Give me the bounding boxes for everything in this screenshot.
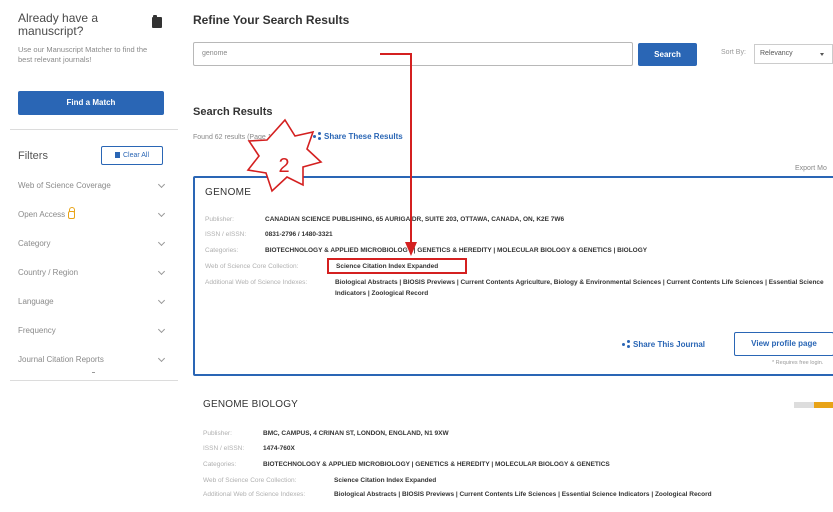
filter-label: Country / Region	[18, 268, 79, 277]
share-icon	[313, 132, 321, 140]
chevron-down-icon	[157, 238, 166, 247]
chevron-down-icon	[157, 267, 166, 276]
clear-all-button[interactable]: Clear All	[101, 146, 163, 165]
chevron-down-icon	[157, 296, 166, 305]
journal-title[interactable]: GENOME BIOLOGY	[203, 399, 298, 410]
share-journal-link[interactable]: Share This Journal	[622, 340, 705, 349]
badge-strip	[794, 402, 833, 408]
filter-frequency[interactable]: Frequency	[18, 324, 166, 353]
results-title: Search Results	[193, 106, 273, 118]
sort-select[interactable]: Relevancy	[754, 44, 833, 64]
filter-list: Web of Science Coverage Open Access Cate…	[18, 179, 166, 382]
open-access-icon	[68, 207, 76, 219]
results-count: Found 62 results (Page 1)	[193, 134, 274, 141]
filter-language[interactable]: Language	[18, 295, 166, 324]
promo-title: Already have a manuscript?	[18, 11, 99, 38]
result-card: GENOME Publisher: CANADIAN SCIENCE PUBLI…	[193, 176, 833, 376]
requires-login-note: * Requires free login.	[772, 360, 824, 366]
export-link[interactable]: Export Mo	[795, 165, 827, 172]
annotation-number: 2	[278, 155, 289, 177]
share-icon	[622, 340, 630, 348]
filter-open-access[interactable]: Open Access	[18, 207, 166, 237]
additional-value: Biological Abstracts | BIOSIS Previews |…	[334, 491, 712, 498]
chevron-down-icon	[157, 180, 166, 189]
page-title: Refine Your Search Results	[193, 13, 350, 27]
share-results-label: Share These Results	[324, 132, 403, 141]
filter-label: Open Access	[18, 210, 66, 219]
categories-value: BIOTECHNOLOGY & APPLIED MICROBIOLOGY | G…	[263, 461, 610, 468]
search-input[interactable]: genome	[193, 42, 633, 66]
sidebar: Already have a manuscript? Use our Manus…	[0, 0, 180, 512]
filter-label: Category	[18, 239, 51, 248]
search-button[interactable]: Search	[638, 43, 697, 66]
find-match-button[interactable]: Find a Match	[18, 91, 164, 115]
filter-label: Frequency	[18, 326, 56, 335]
chevron-down-icon	[157, 354, 166, 363]
share-results-link[interactable]: Share These Results	[313, 132, 403, 141]
issn-value: 1474-760X	[263, 445, 295, 452]
categories-value: BIOTECHNOLOGY & APPLIED MICROBIOLOGY | G…	[265, 247, 648, 254]
additional-label: Additional Web of Science Indexes:	[203, 491, 306, 498]
wos-label: Web of Science Core Collection:	[205, 263, 299, 270]
result-card: GENOME BIOLOGY Publisher: BMC, CAMPUS, 4…	[193, 390, 833, 512]
filters-title: Filters	[18, 150, 48, 162]
caret-down-icon	[820, 53, 824, 56]
chevron-down-icon	[157, 209, 166, 218]
view-profile-button[interactable]: View profile page	[734, 332, 833, 356]
trash-icon	[114, 152, 120, 158]
additional-label: Additional Web of Science Indexes:	[205, 279, 308, 286]
clear-all-label: Clear All	[122, 152, 150, 159]
filter-label: Journal Citation Reports	[18, 355, 104, 364]
issn-value: 0831-2796 / 1480-3321	[265, 231, 333, 238]
wos-label: Web of Science Core Collection:	[203, 477, 297, 484]
share-journal-label: Share This Journal	[633, 340, 706, 349]
filter-web-of-science-coverage[interactable]: Web of Science Coverage	[18, 179, 166, 208]
filter-label: Web of Science Coverage	[18, 181, 111, 190]
sidebar-divider	[10, 129, 178, 130]
divider-mark	[92, 372, 95, 373]
filter-country-region[interactable]: Country / Region	[18, 266, 166, 295]
wos-value: Science Citation Index Expanded	[334, 477, 437, 484]
filter-category[interactable]: Category	[18, 237, 166, 266]
sort-label: Sort By:	[721, 49, 746, 56]
filter-label: Language	[18, 297, 54, 306]
filter-journal-citation-reports[interactable]: Journal Citation Reports	[18, 353, 166, 382]
journal-title[interactable]: GENOME	[205, 187, 251, 198]
document-icon	[152, 15, 162, 28]
sort-value: Relevancy	[760, 50, 793, 57]
additional-value: Biological Abstracts | BIOSIS Previews |…	[335, 279, 824, 297]
highlight-box	[327, 258, 467, 274]
publisher-value: BMC, CAMPUS, 4 CRINAN ST, LONDON, ENGLAN…	[263, 430, 449, 437]
promo-description: Use our Manuscript Matcher to find the b…	[18, 45, 148, 64]
publisher-value: CANADIAN SCIENCE PUBLISHING, 65 AURIGA D…	[265, 216, 565, 223]
sidebar-divider	[10, 380, 178, 381]
chevron-down-icon	[157, 325, 166, 334]
